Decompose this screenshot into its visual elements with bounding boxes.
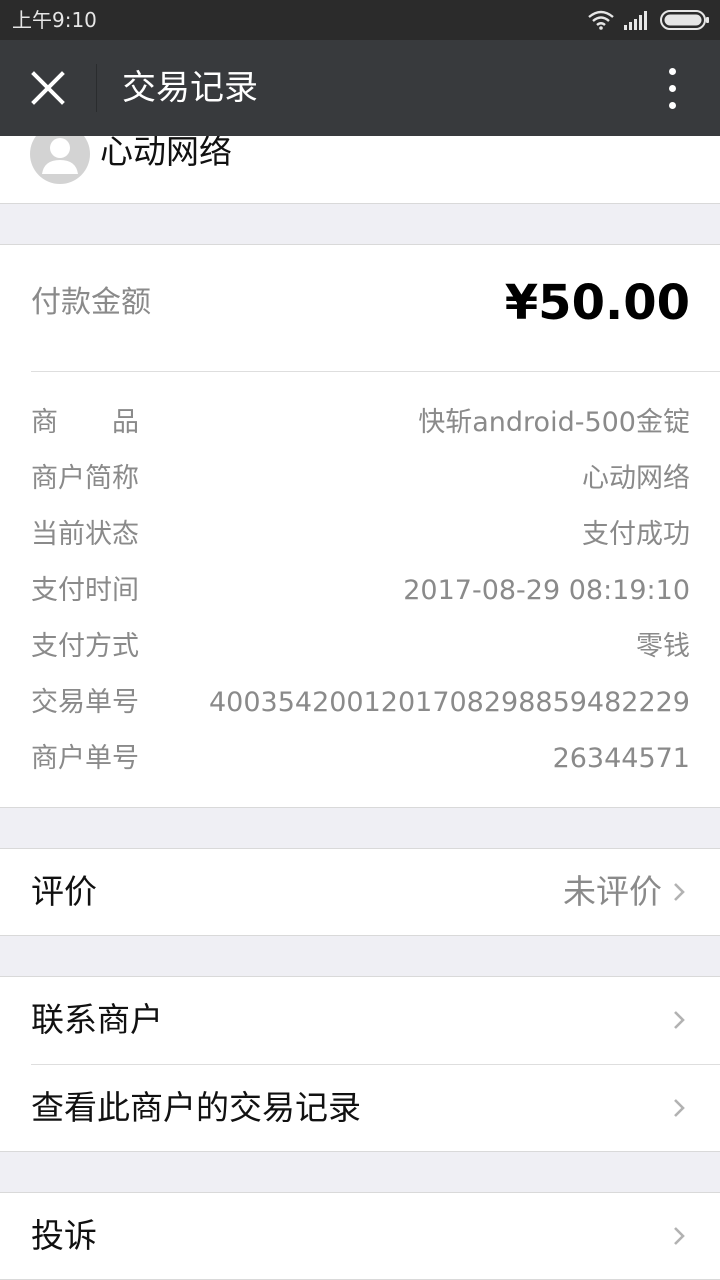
merchant-name: 心动网络 — [100, 136, 232, 171]
detail-value: 支付成功 — [582, 519, 690, 550]
battery-icon — [660, 10, 709, 30]
detail-row-product: 商品 快斩android-500金锭 — [31, 403, 690, 443]
contact-merchant-cell[interactable]: 联系商户 — [0, 977, 720, 1063]
close-button[interactable] — [22, 62, 74, 114]
status-bar: 上午9:10 — [0, 0, 720, 40]
chevron-right-icon — [674, 1011, 685, 1029]
merchant-header[interactable]: 心动网络 — [0, 136, 720, 204]
contact-merchant-label: 联系商户 — [31, 1000, 163, 1039]
detail-value: 2017-08-29 08:19:10 — [403, 575, 690, 606]
merchant-avatar — [30, 136, 90, 184]
signal-icon — [624, 11, 647, 30]
more-options-button[interactable] — [648, 64, 696, 112]
detail-key: 交易单号 — [31, 687, 139, 718]
detail-row-time: 支付时间 2017-08-29 08:19:10 — [31, 571, 690, 611]
wifi-icon — [588, 10, 614, 30]
review-label: 评价 — [31, 872, 97, 911]
detail-value: 零钱 — [636, 631, 690, 662]
detail-key: 当前状态 — [31, 519, 139, 550]
divider — [31, 371, 720, 372]
view-merchant-records-cell[interactable]: 查看此商户的交易记录 — [0, 1065, 720, 1151]
detail-value: 心动网络 — [582, 463, 690, 494]
review-group: 评价 未评价 — [0, 848, 720, 936]
complaint-label: 投诉 — [31, 1216, 97, 1255]
detail-row-merchant-order-id: 商户单号 26344571 — [31, 739, 690, 779]
user-icon — [42, 138, 78, 174]
detail-value: 快斩android-500金锭 — [418, 407, 690, 438]
chevron-right-icon — [674, 1227, 685, 1245]
detail-row-status: 当前状态 支付成功 — [31, 515, 690, 555]
detail-key: 支付时间 — [31, 575, 139, 606]
detail-key: 商户单号 — [31, 743, 139, 774]
status-time: 上午9:10 — [12, 8, 97, 32]
detail-key: 商户简称 — [31, 463, 139, 494]
more-dot-icon — [668, 67, 676, 75]
more-dot-icon — [668, 101, 676, 109]
review-cell[interactable]: 评价 未评价 — [0, 849, 720, 935]
app-bar: 交易记录 — [0, 40, 720, 136]
amount-label: 付款金额 — [31, 285, 151, 320]
merchant-actions-group: 联系商户 查看此商户的交易记录 — [0, 976, 720, 1152]
detail-value: 26344571 — [552, 743, 690, 774]
status-icons — [588, 10, 710, 30]
page-title: 交易记录 — [122, 68, 258, 108]
close-icon — [31, 71, 65, 105]
detail-row-method: 支付方式 零钱 — [31, 627, 690, 667]
app-bar-divider — [96, 64, 97, 112]
chevron-right-icon — [674, 1099, 685, 1117]
more-dot-icon — [668, 84, 676, 92]
detail-value: 4003542001201708298859482229 — [209, 687, 690, 718]
view-merchant-records-label: 查看此商户的交易记录 — [31, 1088, 361, 1127]
detail-row-merchant: 商户简称 心动网络 — [31, 459, 690, 499]
review-status: 未评价 — [563, 872, 662, 911]
complaint-group: 投诉 — [0, 1192, 720, 1280]
payment-details-card: 付款金额 ¥50.00 商品 快斩android-500金锭 商户简称 心动网络… — [0, 244, 720, 808]
detail-row-transaction-id: 交易单号 4003542001201708298859482229 — [31, 683, 690, 723]
detail-key: 支付方式 — [31, 631, 139, 662]
amount-value: ¥50.00 — [504, 275, 690, 331]
complaint-cell[interactable]: 投诉 — [0, 1193, 720, 1279]
chevron-right-icon — [674, 883, 685, 901]
detail-key: 商品 — [31, 407, 193, 438]
